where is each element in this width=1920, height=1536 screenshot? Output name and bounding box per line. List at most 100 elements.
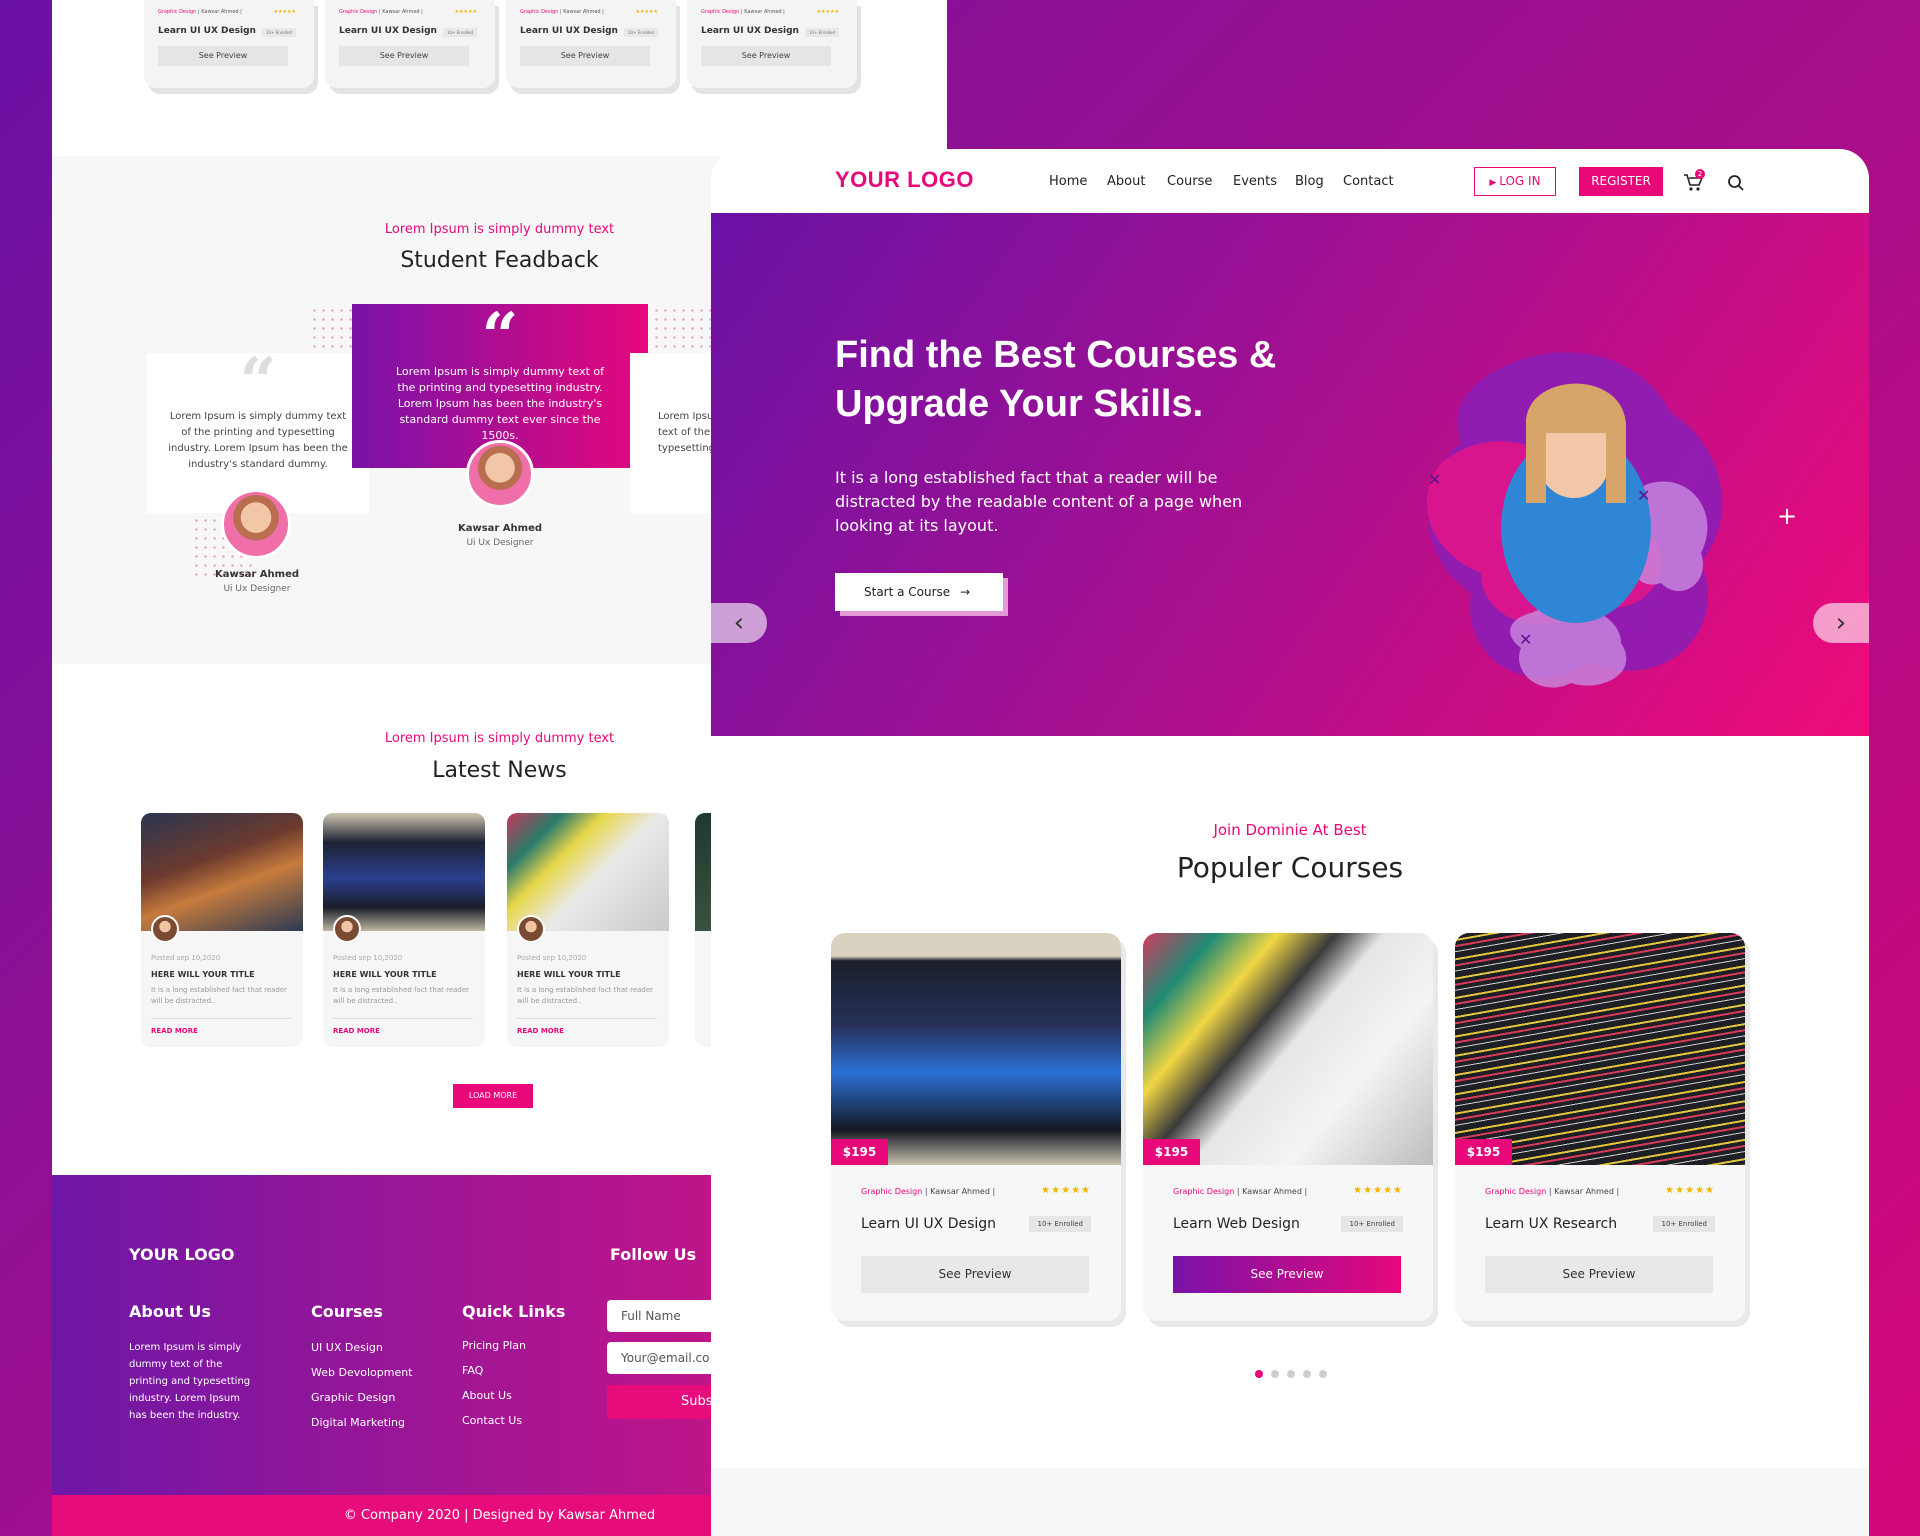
- plus-icon: +: [1777, 502, 1798, 530]
- news-card[interactable]: Posted sep 10,2020 HERE WILL YOUR TITLE …: [507, 813, 669, 1047]
- footer-quick-link[interactable]: FAQ: [462, 1364, 483, 1377]
- pagination-dot[interactable]: [1303, 1370, 1311, 1378]
- avatar: [466, 440, 534, 508]
- enrolled-badge: 10+ Enrolled: [623, 28, 658, 37]
- nav-contact[interactable]: Contact: [1343, 174, 1394, 189]
- news-date: Posted sep 10,2020: [517, 954, 587, 962]
- pagination-dot[interactable]: [1271, 1370, 1279, 1378]
- start-course-button[interactable]: Start a Course →: [835, 573, 1003, 611]
- see-preview-button[interactable]: See Preview: [339, 46, 469, 66]
- pagination-dot[interactable]: [1255, 1370, 1263, 1378]
- rating-stars: ★★★★★: [1353, 1185, 1403, 1196]
- course-title[interactable]: Learn UI UX Design: [861, 1216, 996, 1232]
- author-avatar: [517, 915, 545, 943]
- footer-course-link[interactable]: Digital Marketing: [311, 1416, 405, 1429]
- reviewer-role: Ui Ux Designer: [223, 584, 291, 594]
- nav-events[interactable]: Events: [1233, 174, 1277, 189]
- avatar: [221, 489, 291, 559]
- cart-count-badge: 2: [1695, 169, 1705, 179]
- news-title[interactable]: HERE WILL YOUR TITLE: [517, 970, 621, 979]
- cart-icon[interactable]: 2: [1683, 169, 1705, 193]
- read-more-link[interactable]: READ MORE: [151, 1027, 198, 1035]
- enrolled-badge: 10+ Enrolled: [1341, 1216, 1403, 1232]
- nav-blog[interactable]: Blog: [1295, 174, 1324, 189]
- pagination-dot[interactable]: [1319, 1370, 1327, 1378]
- see-preview-button[interactable]: See Preview: [520, 46, 650, 66]
- foreground-page: YOUR LOGO Home About Course Events Blog …: [711, 149, 1869, 1536]
- see-preview-button[interactable]: See Preview: [1485, 1256, 1713, 1293]
- footer-quick-link[interactable]: Contact Us: [462, 1414, 522, 1427]
- footer-course-link[interactable]: Web Devolopment: [311, 1366, 413, 1379]
- search-icon[interactable]: [1727, 174, 1745, 192]
- see-preview-button[interactable]: See Preview: [1173, 1256, 1401, 1293]
- course-author: Kawsar Ahmed: [930, 1187, 990, 1196]
- footer-logo[interactable]: YOUR LOGO: [129, 1245, 234, 1264]
- mini-course-category[interactable]: Graphic Design: [339, 9, 377, 15]
- rating-stars: ★★★★★: [273, 9, 296, 15]
- register-button[interactable]: REGISTER: [1579, 167, 1663, 196]
- course-image: [1143, 933, 1433, 1165]
- mini-course-category[interactable]: Graphic Design: [520, 9, 558, 15]
- news-image: [507, 813, 669, 931]
- divider: [333, 1018, 473, 1019]
- cross-icon: ✕: [1637, 486, 1650, 505]
- arrow-right-icon: →: [960, 585, 971, 599]
- course-card[interactable]: $195 Graphic Design | Kawsar Ahmed | ★★★…: [1143, 933, 1433, 1321]
- login-button[interactable]: ▶ LOG IN: [1474, 167, 1556, 196]
- author-avatar: [333, 915, 361, 943]
- nav-home[interactable]: Home: [1049, 174, 1087, 189]
- divider: [151, 1018, 291, 1019]
- nav-about[interactable]: About: [1107, 174, 1145, 189]
- mini-course-title: Learn UI UX Design: [339, 26, 437, 36]
- news-title[interactable]: HERE WILL YOUR TITLE: [333, 970, 437, 979]
- rating-stars: ★★★★★: [1665, 1185, 1715, 1196]
- section-kicker: Join Dominie At Best: [1213, 821, 1367, 839]
- footer-course-link[interactable]: UI UX Design: [311, 1341, 383, 1354]
- course-card[interactable]: $195 Graphic Design | Kawsar Ahmed | ★★★…: [1455, 933, 1745, 1321]
- slider-next-button[interactable]: ›: [1813, 603, 1869, 643]
- nav-course[interactable]: Course: [1167, 174, 1212, 189]
- hero-text: It is a long established fact that a rea…: [835, 468, 1243, 535]
- slider-prev-button[interactable]: ‹: [711, 603, 767, 643]
- footer-quick-link[interactable]: About Us: [462, 1389, 512, 1402]
- course-category[interactable]: Graphic Design: [861, 1187, 922, 1196]
- feedback-text: Lorem Ipsum is simply dummy text of the …: [395, 365, 605, 442]
- news-card[interactable]: Posted sep 10,2020 HERE WILL YOUR TITLE …: [141, 813, 303, 1047]
- footer-quick-link[interactable]: Pricing Plan: [462, 1339, 526, 1352]
- course-category[interactable]: Graphic Design: [1485, 1187, 1546, 1196]
- mini-course-category[interactable]: Graphic Design: [701, 9, 739, 15]
- course-title[interactable]: Learn Web Design: [1173, 1216, 1300, 1232]
- email-field[interactable]: Your@email.co: [607, 1342, 727, 1374]
- course-title[interactable]: Learn UX Research: [1485, 1216, 1617, 1232]
- read-more-link[interactable]: READ MORE: [333, 1027, 380, 1035]
- hero-illustration: ✕ ✕ ✕: [1401, 313, 1761, 713]
- full-name-field[interactable]: Full Name: [607, 1300, 727, 1332]
- footer-follow-heading: Follow Us: [610, 1245, 697, 1264]
- news-title[interactable]: HERE WILL YOUR TITLE: [151, 970, 255, 979]
- mini-course-author: Kawsar Ahmed: [201, 9, 239, 15]
- see-preview-button[interactable]: See Preview: [861, 1256, 1089, 1293]
- section-title: Populer Courses: [1176, 851, 1404, 884]
- news-date: Posted sep 10,2020: [333, 954, 403, 962]
- read-more-link[interactable]: READ MORE: [517, 1027, 564, 1035]
- course-author: Kawsar Ahmed: [1554, 1187, 1614, 1196]
- mini-course-title: Learn UI UX Design: [520, 26, 618, 36]
- rating-stars: ★★★★★: [454, 9, 477, 15]
- load-more-button[interactable]: LOAD MORE: [453, 1084, 533, 1108]
- see-preview-button[interactable]: See Preview: [158, 46, 288, 66]
- mini-course-category[interactable]: Graphic Design: [158, 9, 196, 15]
- mini-course-card: Graphic Design | Kawsar Ahmed | ★★★★★ Le…: [506, 0, 676, 88]
- course-category[interactable]: Graphic Design: [1173, 1187, 1234, 1196]
- course-card[interactable]: $195 Graphic Design | Kawsar Ahmed | ★★★…: [831, 933, 1121, 1321]
- enrolled-badge: 10+ Enrolled: [1029, 1216, 1091, 1232]
- navbar: YOUR LOGO Home About Course Events Blog …: [711, 149, 1869, 213]
- site-logo[interactable]: YOUR LOGO: [835, 167, 974, 193]
- subscribe-button[interactable]: Subs: [607, 1385, 727, 1419]
- footer-course-link[interactable]: Graphic Design: [311, 1391, 395, 1404]
- chevron-right-icon: ›: [1835, 608, 1847, 638]
- news-image: [141, 813, 303, 931]
- login-label: LOG IN: [1499, 174, 1541, 188]
- pagination-dot[interactable]: [1287, 1370, 1295, 1378]
- news-card[interactable]: Posted sep 10,2020 HERE WILL YOUR TITLE …: [323, 813, 485, 1047]
- see-preview-button[interactable]: See Preview: [701, 46, 831, 66]
